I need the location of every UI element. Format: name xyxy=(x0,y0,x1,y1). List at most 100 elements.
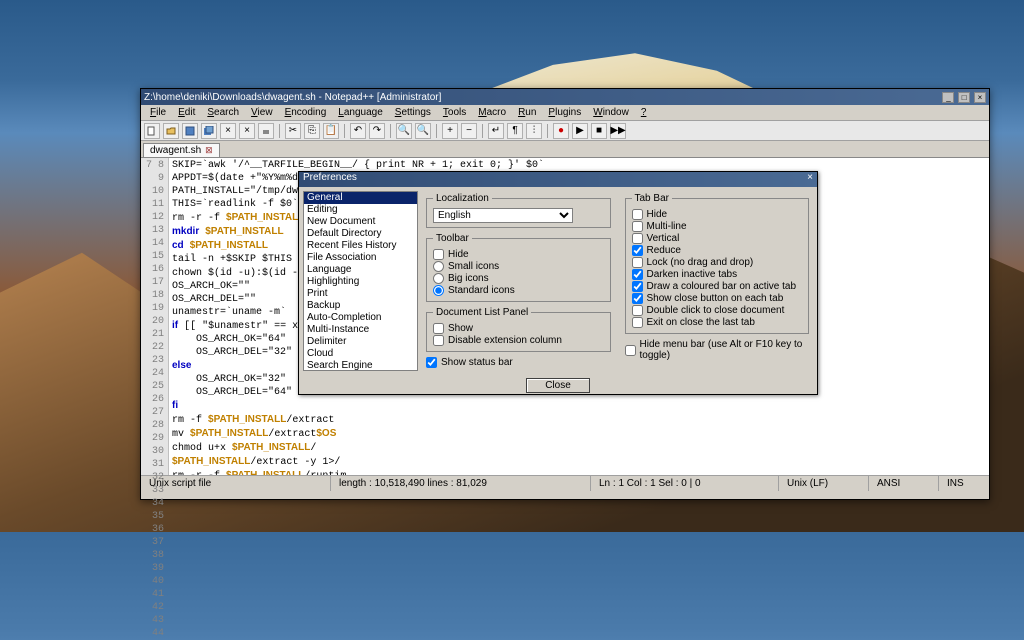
menu-window[interactable]: Window xyxy=(587,106,635,119)
statusbar: Unix script file length : 10,518,490 lin… xyxy=(141,475,989,491)
preferences-dialog: Preferences × GeneralEditingNew Document… xyxy=(298,171,818,395)
tab-label: dwagent.sh xyxy=(150,145,201,156)
tabbar-closebtn-check[interactable]: Show close button on each tab xyxy=(632,293,803,304)
toolbar-standard-radio[interactable]: Standard icons xyxy=(433,285,604,296)
window-titlebar[interactable]: Z:\home\deniki\Downloads\dwagent.sh - No… xyxy=(141,89,989,105)
menubar: FileEditSearchViewEncodingLanguageSettin… xyxy=(141,105,989,121)
menu-encoding[interactable]: Encoding xyxy=(279,106,333,119)
line-gutter: 7 8 9 10 11 12 13 14 15 16 17 18 19 20 2… xyxy=(141,158,169,475)
indent-guide-icon[interactable]: ⫶ xyxy=(526,123,542,139)
cut-icon[interactable]: ✂ xyxy=(285,123,301,139)
paste-icon[interactable]: 📋 xyxy=(323,123,339,139)
macro-record-icon[interactable]: ● xyxy=(553,123,569,139)
menu-tools[interactable]: Tools xyxy=(437,106,472,119)
menu-language[interactable]: Language xyxy=(332,106,389,119)
macro-play-icon[interactable]: ▶ xyxy=(572,123,588,139)
menu-macro[interactable]: Macro xyxy=(472,106,512,119)
pref-cat-auto-completion[interactable]: Auto-Completion xyxy=(304,312,417,324)
pref-cat-cloud[interactable]: Cloud xyxy=(304,348,417,360)
undo-icon[interactable]: ↶ xyxy=(350,123,366,139)
status-mode[interactable]: INS xyxy=(939,476,989,491)
show-status-check[interactable]: Show status bar xyxy=(426,357,611,368)
menu-run[interactable]: Run xyxy=(512,106,542,119)
pref-cat-multi-instance[interactable]: Multi-Instance xyxy=(304,324,417,336)
tabbar-darken-check[interactable]: Darken inactive tabs xyxy=(632,269,803,280)
zoom-in-icon[interactable]: + xyxy=(442,123,458,139)
menu-file[interactable]: File xyxy=(144,106,172,119)
document-tab[interactable]: dwagent.sh ⊠ xyxy=(143,143,220,157)
doclist-show-check[interactable]: Show xyxy=(433,323,604,334)
localization-group: Localization English xyxy=(426,193,611,228)
toolbar-label: Toolbar xyxy=(433,233,472,244)
tabbar-group: Tab Bar Hide Multi-line Vertical Reduce … xyxy=(625,193,810,334)
pref-cat-default-directory[interactable]: Default Directory xyxy=(304,228,417,240)
close-button[interactable]: × xyxy=(974,92,986,103)
toolbar: × × ✂ ⎘ 📋 ↶ ↷ 🔍 🔍 + − ↵ ¶ ⫶ ● ▶ ■ ▶▶ xyxy=(141,121,989,141)
save-icon[interactable] xyxy=(182,123,198,139)
redo-icon[interactable]: ↷ xyxy=(369,123,385,139)
window-controls: _ □ × xyxy=(941,92,986,103)
macro-multi-icon[interactable]: ▶▶ xyxy=(610,123,626,139)
macro-stop-icon[interactable]: ■ xyxy=(591,123,607,139)
toolbar-small-radio[interactable]: Small icons xyxy=(433,261,604,272)
save-all-icon[interactable] xyxy=(201,123,217,139)
pref-cat-file-association[interactable]: File Association xyxy=(304,252,417,264)
tabbar-colorbar-check[interactable]: Draw a coloured bar on active tab xyxy=(632,281,803,292)
pref-cat-new-document[interactable]: New Document xyxy=(304,216,417,228)
hide-menu-check[interactable]: Hide menu bar (use Alt or F10 key to tog… xyxy=(625,339,810,361)
dialog-titlebar[interactable]: Preferences × xyxy=(299,172,817,187)
pref-cat-language[interactable]: Language xyxy=(304,264,417,276)
localization-label: Localization xyxy=(433,193,492,204)
doclist-label: Document List Panel xyxy=(433,307,531,318)
preferences-close-button[interactable]: Close xyxy=(526,378,590,393)
menu-view[interactable]: View xyxy=(245,106,279,119)
pref-cat-delimiter[interactable]: Delimiter xyxy=(304,336,417,348)
menu-edit[interactable]: Edit xyxy=(172,106,201,119)
menu-plugins[interactable]: Plugins xyxy=(542,106,587,119)
replace-icon[interactable]: 🔍 xyxy=(415,123,431,139)
zoom-out-icon[interactable]: − xyxy=(461,123,477,139)
pref-cat-print[interactable]: Print xyxy=(304,288,417,300)
maximize-button[interactable]: □ xyxy=(958,92,970,103)
tabbar-vertical-check[interactable]: Vertical xyxy=(632,233,803,244)
dialog-close-icon[interactable]: × xyxy=(807,172,813,187)
status-encoding[interactable]: ANSI xyxy=(869,476,939,491)
preferences-category-list[interactable]: GeneralEditingNew DocumentDefault Direct… xyxy=(303,191,418,371)
menu-?[interactable]: ? xyxy=(635,106,653,119)
pref-cat-backup[interactable]: Backup xyxy=(304,300,417,312)
tabbar-exitlast-check[interactable]: Exit on close the last tab xyxy=(632,317,803,328)
open-file-icon[interactable] xyxy=(163,123,179,139)
new-file-icon[interactable] xyxy=(144,123,160,139)
localization-select[interactable]: English xyxy=(433,208,573,223)
print-icon[interactable] xyxy=(258,123,274,139)
pref-cat-recent-files-history[interactable]: Recent Files History xyxy=(304,240,417,252)
tabbar-hide-check[interactable]: Hide xyxy=(632,209,803,220)
pref-cat-highlighting[interactable]: Highlighting xyxy=(304,276,417,288)
close-all-icon[interactable]: × xyxy=(239,123,255,139)
tab-close-icon[interactable]: ⊠ xyxy=(205,145,213,156)
close-file-icon[interactable]: × xyxy=(220,123,236,139)
doclist-group: Document List Panel Show Disable extensi… xyxy=(426,307,611,352)
pref-cat-editing[interactable]: Editing xyxy=(304,204,417,216)
doclist-disable-ext-check[interactable]: Disable extension column xyxy=(433,335,604,346)
toolbar-group: Toolbar Hide Small icons Big icons Stand… xyxy=(426,233,611,302)
show-chars-icon[interactable]: ¶ xyxy=(507,123,523,139)
wordwrap-icon[interactable]: ↵ xyxy=(488,123,504,139)
tabbar-reduce-check[interactable]: Reduce xyxy=(632,245,803,256)
toolbar-big-radio[interactable]: Big icons xyxy=(433,273,604,284)
status-eol[interactable]: Unix (LF) xyxy=(779,476,869,491)
tabbar-multi-check[interactable]: Multi-line xyxy=(632,221,803,232)
menu-search[interactable]: Search xyxy=(201,106,245,119)
tabbar-lock-check[interactable]: Lock (no drag and drop) xyxy=(632,257,803,268)
menu-settings[interactable]: Settings xyxy=(389,106,437,119)
pref-cat-search-engine[interactable]: Search Engine xyxy=(304,360,417,371)
tabbar-dblclick-check[interactable]: Double click to close document xyxy=(632,305,803,316)
copy-icon[interactable]: ⎘ xyxy=(304,123,320,139)
find-icon[interactable]: 🔍 xyxy=(396,123,412,139)
status-length: length : 10,518,490 lines : 81,029 xyxy=(331,476,591,491)
dialog-title: Preferences xyxy=(303,172,357,187)
tabbar-label: Tab Bar xyxy=(632,193,672,204)
pref-cat-general[interactable]: General xyxy=(304,192,417,204)
toolbar-hide-check[interactable]: Hide xyxy=(433,249,604,260)
minimize-button[interactable]: _ xyxy=(942,92,954,103)
